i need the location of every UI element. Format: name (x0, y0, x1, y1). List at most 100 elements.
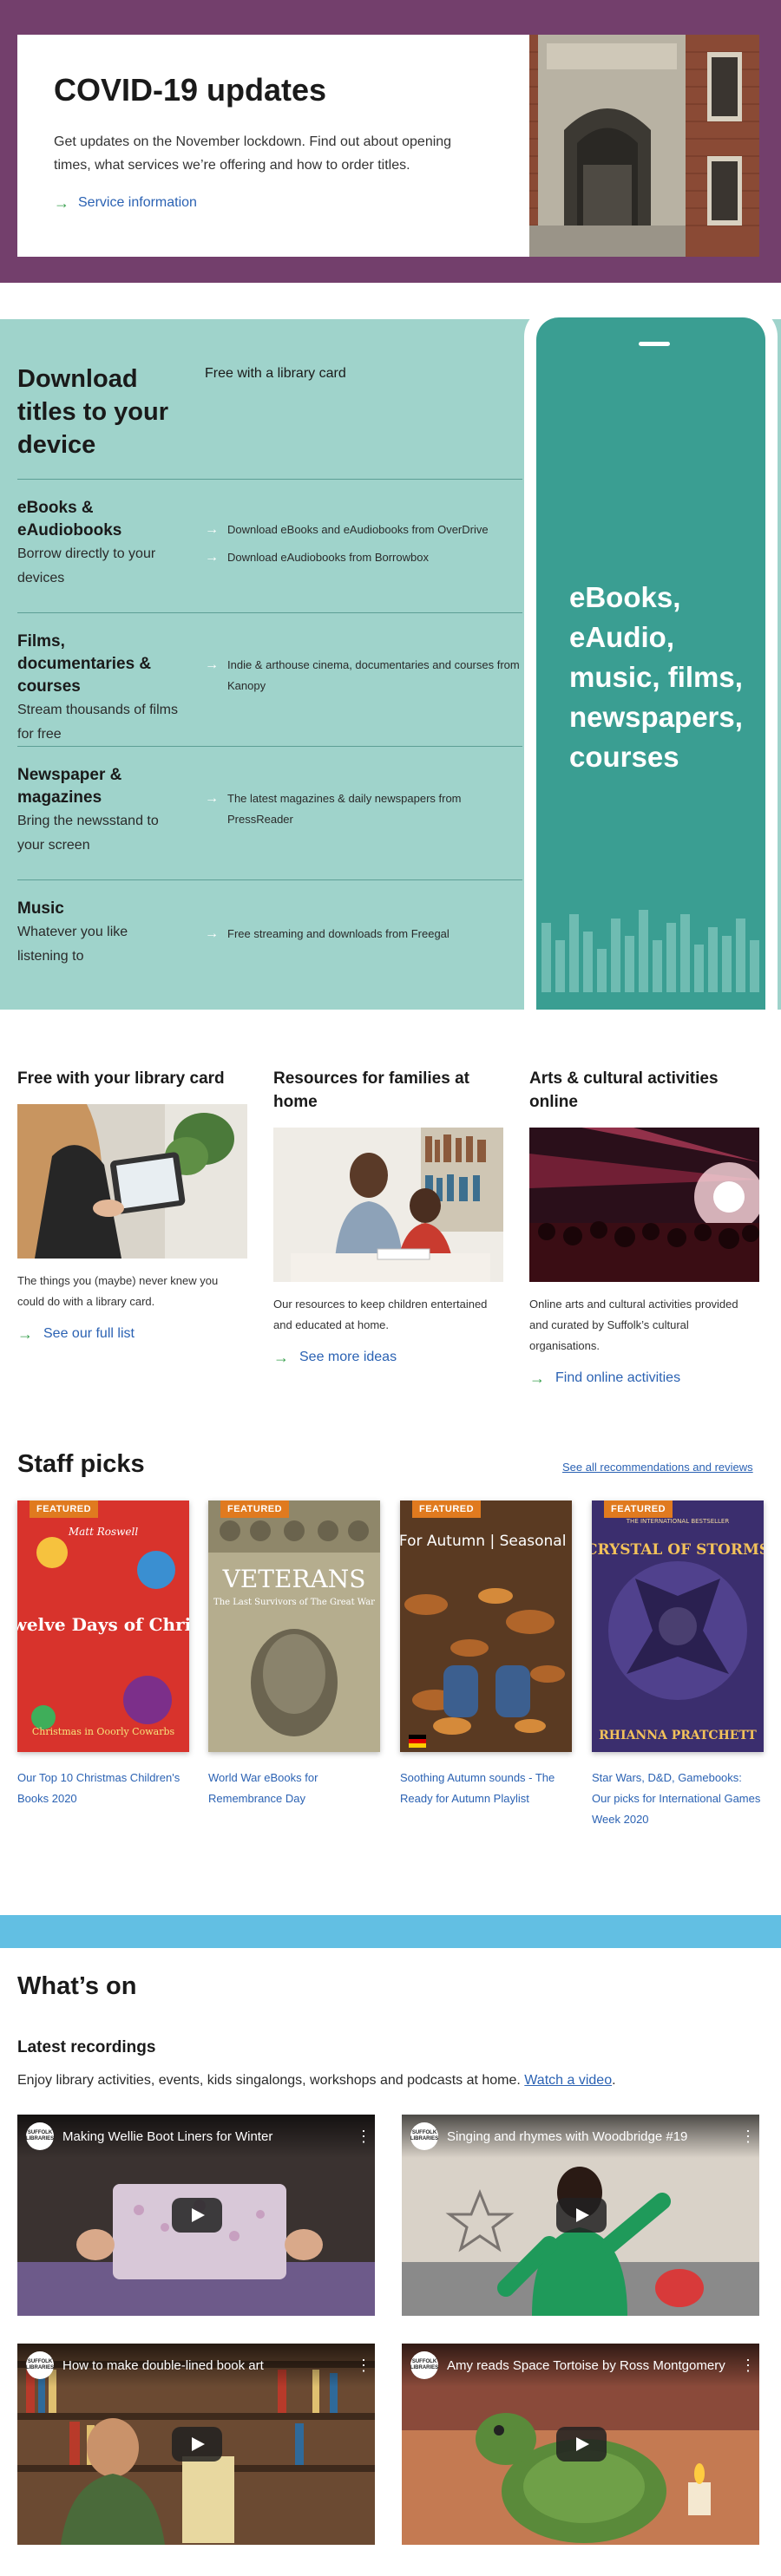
book-cover: FEATURED Matt Roswell The Twelve Days of… (17, 1500, 189, 1752)
cover-title-text: VETERANS (222, 1565, 366, 1593)
link-label: Find online activities (555, 1370, 681, 1385)
more-options-icon[interactable]: ⋮ (356, 2128, 371, 2146)
cover-tagline-text: THE INTERNATIONAL BESTSELLER (626, 1518, 730, 1525)
row-title: Films, documentaries & courses Stream th… (17, 631, 182, 747)
video-player[interactable]: SUFFOLK LIBRARIES Amy reads Space Tortoi… (402, 2344, 759, 2545)
row-description: Bring the newsstand to your screen (17, 814, 159, 853)
cover-title-text: The Twelve Days of Christmas (17, 1614, 189, 1635)
woman-with-tablet-photo (17, 1104, 247, 1259)
row-title: eBooks & eAudiobooks Borrow directly to … (17, 497, 182, 591)
video-title[interactable]: Amy reads Space Tortoise by Ross Montgom… (447, 2358, 732, 2373)
freegal-link[interactable]: → Free streaming and downloads from Freeg… (205, 924, 526, 945)
cover-subtitle-text: The Last Survivors of The Great War (213, 1598, 375, 1607)
arrow-right-icon: → (205, 791, 219, 806)
watch-video-link[interactable]: Watch a video (524, 2073, 612, 2088)
play-button-icon[interactable] (172, 2427, 222, 2462)
download-row-music: Music Whatever you like listening to → Fr… (17, 879, 522, 1010)
download-row-newspapers: Newspaper & magazines Bring the newsstan… (17, 746, 522, 879)
play-button-icon[interactable] (556, 2198, 607, 2233)
service-information-link[interactable]: → Service information (54, 195, 197, 211)
channel-logo[interactable]: SUFFOLK LIBRARIES (410, 2351, 438, 2379)
cover-author-text: Matt Roswell (68, 1526, 139, 1538)
borrowbox-link[interactable]: → Download eAudiobooks from Borrowbox (205, 547, 526, 568)
download-row-ebooks: eBooks & eAudiobooks Borrow directly to … (17, 479, 522, 612)
arrow-right-icon: → (205, 522, 219, 537)
arrow-right-icon: → (205, 926, 219, 941)
video-title[interactable]: Making Wellie Boot Liners for Winter (62, 2129, 347, 2144)
see-full-list-link[interactable]: → See our full list (17, 1326, 247, 1342)
pressreader-link[interactable]: → The latest magazines & daily newspapers… (205, 788, 526, 830)
arrow-right-icon: → (205, 657, 219, 672)
more-options-icon[interactable]: ⋮ (356, 2357, 371, 2375)
column-text: The things you (maybe) never knew you co… (17, 1274, 219, 1308)
arrow-right-icon: → (529, 1370, 545, 1387)
video-header: SUFFOLK LIBRARIES Singing and rhymes wit… (402, 2115, 759, 2158)
kanopy-link[interactable]: → Indie & arthouse cinema, documentaries … (205, 655, 526, 696)
video-player[interactable]: SUFFOLK LIBRARIES Singing and rhymes wit… (402, 2115, 759, 2316)
row-title: Music Whatever you like listening to (17, 898, 182, 969)
link-label: Download eBooks and eAudiobooks from Ove… (227, 523, 489, 536)
phone-screen: eBooks, eAudio, music, films, newspapers… (536, 317, 765, 1010)
concert-crowd-photo (529, 1128, 759, 1282)
link-label: See our full list (43, 1326, 135, 1341)
book-card[interactable]: FEATURED THE INTERNATIONAL BESTSELLER CR… (592, 1500, 764, 1830)
book-card[interactable]: FEATURED VETERANS The Last Survivors of … (208, 1500, 380, 1809)
phone-text: eBooks, eAudio, music, films, newspapers… (569, 581, 743, 773)
video-header: SUFFOLK LIBRARIES How to make double-lin… (17, 2344, 375, 2387)
more-options-icon[interactable]: ⋮ (740, 2357, 756, 2375)
row-description: Borrow directly to your devices (17, 546, 156, 585)
row-heading: Music (17, 899, 64, 918)
link-label: The latest magazines & daily newspapers … (227, 792, 462, 826)
free-with-card-label: Free with a library card (205, 366, 346, 381)
book-title: Our Top 10 Christmas Children's Books 20… (17, 1771, 180, 1805)
column-text: Online arts and cultural activities prov… (529, 1298, 738, 1352)
book-title: World War eBooks for Remembrance Day (208, 1771, 318, 1805)
column-free-with-card: Free with your library card The things y… (17, 1067, 247, 1342)
row-description: Whatever you like listening to (17, 925, 128, 964)
video-title[interactable]: Singing and rhymes with Woodbridge #19 (447, 2129, 732, 2144)
featured-badge: FEATURED (412, 1500, 482, 1518)
channel-logo[interactable]: SUFFOLK LIBRARIES (410, 2122, 438, 2150)
row-links: → The latest magazines & daily newspapers… (205, 788, 526, 837)
find-online-activities-link[interactable]: → Find online activities (529, 1370, 759, 1386)
latest-recordings-title: Latest recordings (17, 2038, 156, 2056)
audio-wave-graphic (541, 910, 759, 992)
column-title: Arts & cultural activities online (529, 1069, 719, 1111)
covid-title: COVID-19 updates (54, 72, 327, 108)
video-title[interactable]: How to make double-lined book art (62, 2358, 347, 2373)
book-title: Star Wars, D&D, Gamebooks: Our picks for… (592, 1771, 761, 1826)
video-player[interactable]: SUFFOLK LIBRARIES How to make double-lin… (17, 2344, 375, 2545)
channel-logo[interactable]: SUFFOLK LIBRARIES (26, 2351, 54, 2379)
cover-author-text: RHIANNA PRATCHETT (599, 1729, 757, 1742)
phone-notch (639, 342, 670, 346)
covid-text: Get updates on the November lockdown. Fi… (54, 134, 452, 173)
cover-title-text: Ready For Autumn | Seasonal Playlist (400, 1533, 572, 1550)
see-more-ideas-link[interactable]: → See more ideas (273, 1350, 503, 1365)
play-button-icon[interactable] (556, 2427, 607, 2462)
featured-badge: FEATURED (220, 1500, 290, 1518)
book-cover: FEATURED VETERANS The Last Survivors of … (208, 1500, 380, 1752)
link-label: Indie & arthouse cinema, documentaries a… (227, 658, 520, 692)
arrow-right-icon: → (205, 550, 219, 565)
play-button-icon[interactable] (172, 2198, 222, 2233)
book-card[interactable]: FEATURED Matt Roswell The Twelve Days of… (17, 1500, 189, 1809)
overdrive-link[interactable]: → Download eBooks and eAudiobooks from Ov… (205, 520, 526, 540)
row-links: → Indie & arthouse cinema, documentaries … (205, 655, 526, 703)
row-heading: Films, documentaries & courses (17, 632, 152, 696)
cover-title-text: CRYSTAL OF STORMS (592, 1541, 764, 1559)
video-header: SUFFOLK LIBRARIES Amy reads Space Tortoi… (402, 2344, 759, 2387)
row-heading: Newspaper & magazines (17, 766, 122, 807)
book-title: Soothing Autumn sounds - The Ready for A… (400, 1771, 555, 1805)
book-card[interactable]: FEATURED Ready For Autumn | Seasonal Pla… (400, 1500, 572, 1809)
column-title: Free with your library card (17, 1069, 225, 1088)
library-building-photo (529, 35, 759, 257)
download-row-films: Films, documentaries & courses Stream th… (17, 612, 522, 746)
video-player[interactable]: SUFFOLK LIBRARIES Making Wellie Boot Lin… (17, 2115, 375, 2316)
see-all-recommendations-link[interactable]: See all recommendations and reviews (562, 1461, 753, 1474)
download-section: Download titles to your device Free with… (0, 307, 781, 1010)
featured-badge: FEATURED (30, 1500, 99, 1518)
link-label: Download eAudiobooks from Borrowbox (227, 551, 429, 564)
channel-logo[interactable]: SUFFOLK LIBRARIES (26, 2122, 54, 2150)
video-header: SUFFOLK LIBRARIES Making Wellie Boot Lin… (17, 2115, 375, 2158)
more-options-icon[interactable]: ⋮ (740, 2128, 756, 2146)
